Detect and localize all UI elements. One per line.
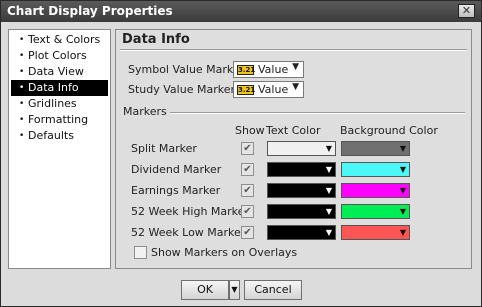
- bullet-icon: •: [19, 115, 25, 125]
- nav-item-gridlines[interactable]: • Gridlines: [11, 96, 108, 112]
- chevron-down-icon: ▼: [325, 228, 332, 237]
- 52-week-low-marker-label: 52 Week Low Marker: [131, 226, 246, 239]
- ok-dropdown-chevron-down-icon[interactable]: ▼: [229, 280, 240, 300]
- column-header-text-color: Text Color: [266, 124, 321, 137]
- nav-item-defaults[interactable]: • Defaults: [11, 128, 108, 144]
- value-badge-icon: 3.21: [237, 65, 256, 75]
- nav-item-data-info[interactable]: • Data Info: [11, 80, 108, 96]
- earnings-marker-background-color-picker[interactable]: ▼: [341, 183, 410, 198]
- title-bar: Chart Display Properties ✕: [1, 1, 481, 22]
- select-value: Value: [258, 63, 289, 76]
- dividend-marker-text-color-picker[interactable]: ▼: [267, 162, 336, 177]
- bullet-icon: •: [19, 99, 25, 109]
- nav-item-formatting[interactable]: • Formatting: [11, 112, 108, 128]
- column-header-background-color: Background Color: [340, 124, 438, 137]
- bullet-icon: •: [19, 51, 25, 61]
- chevron-down-icon: ▼: [292, 82, 299, 92]
- chart-display-properties-dialog: Chart Display Properties ✕ • Text & Colo…: [0, 0, 482, 307]
- nav-item-text-colors[interactable]: • Text & Colors: [11, 32, 108, 48]
- dividend-marker-label: Dividend Marker: [131, 163, 222, 176]
- nav-item-label: Gridlines: [28, 97, 77, 110]
- split-marker-background-color-picker[interactable]: ▼: [341, 141, 410, 156]
- markers-group-label: Markers: [123, 105, 167, 118]
- ok-button[interactable]: OK: [181, 280, 229, 300]
- nav-item-label: Plot Colors: [28, 49, 87, 62]
- close-icon[interactable]: ✕: [458, 4, 475, 18]
- nav-item-label: Defaults: [28, 129, 74, 142]
- earnings-marker-show-checkbox[interactable]: ✔: [241, 184, 254, 197]
- 52-week-low-marker-background-color-picker[interactable]: ▼: [341, 225, 410, 240]
- data-info-panel: Data Info Symbol Value Marker: 3.21 Valu…: [115, 29, 472, 269]
- chevron-down-icon: ▼: [399, 186, 406, 195]
- bullet-icon: •: [19, 35, 25, 45]
- cancel-button[interactable]: Cancel: [244, 280, 302, 300]
- nav-item-label: Data View: [28, 65, 84, 78]
- settings-nav-list: • Text & Colors • Plot Colors • Data Vie…: [8, 29, 111, 269]
- checkmark-icon: ✔: [243, 164, 252, 175]
- 52-week-low-marker-show-checkbox[interactable]: ✔: [241, 226, 254, 239]
- window-title: Chart Display Properties: [7, 4, 173, 18]
- symbol-value-marker-select[interactable]: 3.21 Value ▼: [233, 61, 304, 78]
- checkmark-icon: ✔: [243, 143, 252, 154]
- value-badge-icon: 3.21: [237, 85, 256, 95]
- column-header-show: Show: [235, 124, 265, 137]
- title-divider: [120, 49, 467, 51]
- 52-week-high-marker-show-checkbox[interactable]: ✔: [241, 205, 254, 218]
- study-value-marker-label: Study Value Marker:: [128, 83, 239, 96]
- show-markers-on-overlays-checkbox[interactable]: [134, 246, 147, 259]
- 52-week-high-marker-background-color-picker[interactable]: ▼: [341, 204, 410, 219]
- split-marker-label: Split Marker: [131, 142, 197, 155]
- nav-item-label: Formatting: [28, 113, 89, 126]
- earnings-marker-label: Earnings Marker: [131, 184, 221, 197]
- select-value: Value: [258, 83, 289, 96]
- show-markers-on-overlays-label: Show Markers on Overlays: [151, 246, 298, 259]
- checkmark-icon: ✔: [243, 206, 252, 217]
- chevron-down-icon: ▼: [399, 144, 406, 153]
- dividend-marker-background-color-picker[interactable]: ▼: [341, 162, 410, 177]
- symbol-value-marker-label: Symbol Value Marker:: [128, 63, 248, 76]
- markers-divider: [170, 112, 465, 114]
- nav-item-plot-colors[interactable]: • Plot Colors: [11, 48, 108, 64]
- nav-item-label: Text & Colors: [28, 33, 101, 46]
- chevron-down-icon: ▼: [399, 165, 406, 174]
- chevron-down-icon: ▼: [325, 144, 332, 153]
- dividend-marker-show-checkbox[interactable]: ✔: [241, 163, 254, 176]
- bullet-icon: •: [19, 131, 25, 141]
- chevron-down-icon: ▼: [325, 207, 332, 216]
- chevron-down-icon: ▼: [292, 62, 299, 72]
- chevron-down-icon: ▼: [399, 207, 406, 216]
- nav-item-data-view[interactable]: • Data View: [11, 64, 108, 80]
- nav-item-label: Data Info: [28, 81, 79, 94]
- chevron-down-icon: ▼: [325, 165, 332, 174]
- bullet-icon: •: [19, 83, 25, 93]
- panel-title: Data Info: [122, 32, 190, 47]
- 52-week-low-marker-text-color-picker[interactable]: ▼: [267, 225, 336, 240]
- split-marker-show-checkbox[interactable]: ✔: [241, 142, 254, 155]
- split-marker-text-color-picker[interactable]: ▼: [267, 141, 336, 156]
- checkmark-icon: ✔: [243, 227, 252, 238]
- checkmark-icon: ✔: [243, 185, 252, 196]
- 52-week-high-marker-label: 52 Week High Marker: [131, 205, 249, 218]
- 52-week-high-marker-text-color-picker[interactable]: ▼: [267, 204, 336, 219]
- bullet-icon: •: [19, 67, 25, 77]
- study-value-marker-select[interactable]: 3.21 Value ▼: [233, 81, 304, 98]
- chevron-down-icon: ▼: [325, 186, 332, 195]
- earnings-marker-text-color-picker[interactable]: ▼: [267, 183, 336, 198]
- chevron-down-icon: ▼: [399, 228, 406, 237]
